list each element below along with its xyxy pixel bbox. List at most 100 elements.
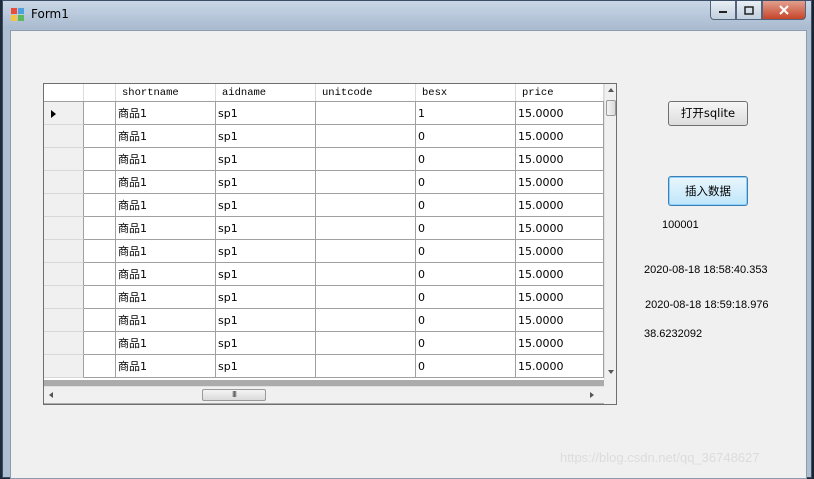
table-row[interactable]: 商品1 sp1 0 15.0000 xyxy=(44,217,604,240)
table-cell[interactable]: 0 xyxy=(416,286,516,309)
table-cell[interactable]: 0 xyxy=(416,309,516,332)
table-cell[interactable]: sp1 xyxy=(216,332,316,355)
table-cell[interactable] xyxy=(84,102,116,125)
table-cell[interactable]: 商品1 xyxy=(116,240,216,263)
horizontal-scroll-thumb[interactable]: III xyxy=(202,389,266,401)
table-cell[interactable]: 商品1 xyxy=(116,125,216,148)
table-cell[interactable]: 商品1 xyxy=(116,217,216,240)
table-cell[interactable] xyxy=(84,217,116,240)
table-row[interactable]: 商品1 sp1 0 15.0000 xyxy=(44,125,604,148)
vertical-scrollbar[interactable] xyxy=(604,84,616,380)
table-cell[interactable]: sp1 xyxy=(216,102,316,125)
vertical-scroll-thumb[interactable] xyxy=(606,100,616,116)
table-cell[interactable]: 0 xyxy=(416,332,516,355)
table-row[interactable]: 商品1 sp1 0 15.0000 xyxy=(44,309,604,332)
horizontal-scrollbar[interactable]: III xyxy=(44,386,604,403)
table-cell[interactable]: sp1 xyxy=(216,309,316,332)
table-cell[interactable]: 商品1 xyxy=(116,102,216,125)
table-cell[interactable] xyxy=(316,355,416,378)
table-cell[interactable] xyxy=(316,102,416,125)
table-cell[interactable]: 商品1 xyxy=(116,309,216,332)
table-cell[interactable] xyxy=(84,125,116,148)
table-cell[interactable] xyxy=(84,171,116,194)
table-cell[interactable] xyxy=(316,194,416,217)
table-cell[interactable]: 15.0000 xyxy=(516,148,604,171)
table-cell[interactable] xyxy=(84,286,116,309)
table-cell[interactable]: sp1 xyxy=(216,217,316,240)
table-cell[interactable]: 0 xyxy=(416,194,516,217)
table-cell[interactable]: 0 xyxy=(416,355,516,378)
close-button[interactable] xyxy=(762,1,806,20)
table-cell[interactable]: 15.0000 xyxy=(516,171,604,194)
table-row[interactable]: 商品1 sp1 0 15.0000 xyxy=(44,194,604,217)
table-cell[interactable]: 15.0000 xyxy=(516,286,604,309)
table-cell[interactable] xyxy=(316,148,416,171)
insert-data-button[interactable]: 插入数据 xyxy=(668,176,748,206)
corner-header-cell[interactable] xyxy=(44,84,84,101)
table-cell[interactable] xyxy=(84,148,116,171)
table-cell[interactable]: 1 xyxy=(416,102,516,125)
table-cell[interactable]: 0 xyxy=(416,240,516,263)
table-cell[interactable]: 0 xyxy=(416,171,516,194)
table-cell[interactable]: sp1 xyxy=(216,240,316,263)
table-cell[interactable]: 商品1 xyxy=(116,194,216,217)
table-row[interactable]: 商品1 sp1 0 15.0000 xyxy=(44,240,604,263)
table-cell[interactable] xyxy=(316,286,416,309)
table-cell[interactable]: 商品1 xyxy=(116,171,216,194)
table-cell[interactable]: 0 xyxy=(416,217,516,240)
table-cell[interactable]: 商品1 xyxy=(116,332,216,355)
row-header[interactable] xyxy=(44,148,84,171)
table-cell[interactable] xyxy=(316,240,416,263)
table-cell[interactable] xyxy=(316,171,416,194)
table-cell[interactable]: 15.0000 xyxy=(516,102,604,125)
row-header[interactable] xyxy=(44,102,84,125)
column-header-blank[interactable] xyxy=(84,84,116,101)
table-row[interactable]: 商品1 sp1 1 15.0000 xyxy=(44,102,604,125)
title-bar[interactable]: Form1 xyxy=(3,1,811,29)
table-cell[interactable]: 15.0000 xyxy=(516,263,604,286)
table-cell[interactable]: sp1 xyxy=(216,194,316,217)
table-cell[interactable] xyxy=(84,194,116,217)
table-cell[interactable] xyxy=(316,309,416,332)
table-cell[interactable]: 15.0000 xyxy=(516,194,604,217)
table-cell[interactable]: 0 xyxy=(416,263,516,286)
minimize-button[interactable] xyxy=(710,1,736,20)
column-header-besx[interactable]: besx xyxy=(416,84,516,101)
table-cell[interactable]: 15.0000 xyxy=(516,355,604,378)
row-header[interactable] xyxy=(44,171,84,194)
table-row[interactable]: 商品1 sp1 0 15.0000 xyxy=(44,332,604,355)
table-cell[interactable]: 0 xyxy=(416,125,516,148)
maximize-button[interactable] xyxy=(736,1,762,20)
table-cell[interactable]: sp1 xyxy=(216,171,316,194)
table-row[interactable]: 商品1 sp1 0 15.0000 xyxy=(44,171,604,194)
table-cell[interactable] xyxy=(84,332,116,355)
table-cell[interactable]: 商品1 xyxy=(116,286,216,309)
table-cell[interactable] xyxy=(316,125,416,148)
table-cell[interactable]: 15.0000 xyxy=(516,309,604,332)
table-cell[interactable]: sp1 xyxy=(216,148,316,171)
table-cell[interactable]: sp1 xyxy=(216,355,316,378)
row-header[interactable] xyxy=(44,309,84,332)
table-cell[interactable] xyxy=(84,309,116,332)
table-cell[interactable] xyxy=(84,263,116,286)
table-cell[interactable]: 15.0000 xyxy=(516,240,604,263)
row-header[interactable] xyxy=(44,125,84,148)
scroll-right-arrow-icon[interactable] xyxy=(590,392,594,398)
table-cell[interactable]: sp1 xyxy=(216,263,316,286)
table-cell[interactable] xyxy=(84,240,116,263)
row-header[interactable] xyxy=(44,355,84,378)
scroll-down-arrow-icon[interactable] xyxy=(608,370,614,374)
row-header[interactable] xyxy=(44,194,84,217)
row-header[interactable] xyxy=(44,263,84,286)
table-cell[interactable]: 商品1 xyxy=(116,355,216,378)
table-cell[interactable] xyxy=(84,355,116,378)
scroll-up-arrow-icon[interactable] xyxy=(608,88,614,92)
row-header[interactable] xyxy=(44,240,84,263)
table-cell[interactable] xyxy=(316,263,416,286)
column-header-aidname[interactable]: aidname xyxy=(216,84,316,101)
table-cell[interactable] xyxy=(316,332,416,355)
table-cell[interactable] xyxy=(316,217,416,240)
table-cell[interactable]: sp1 xyxy=(216,286,316,309)
table-cell[interactable]: sp1 xyxy=(216,125,316,148)
table-row[interactable]: 商品1 sp1 0 15.0000 xyxy=(44,286,604,309)
